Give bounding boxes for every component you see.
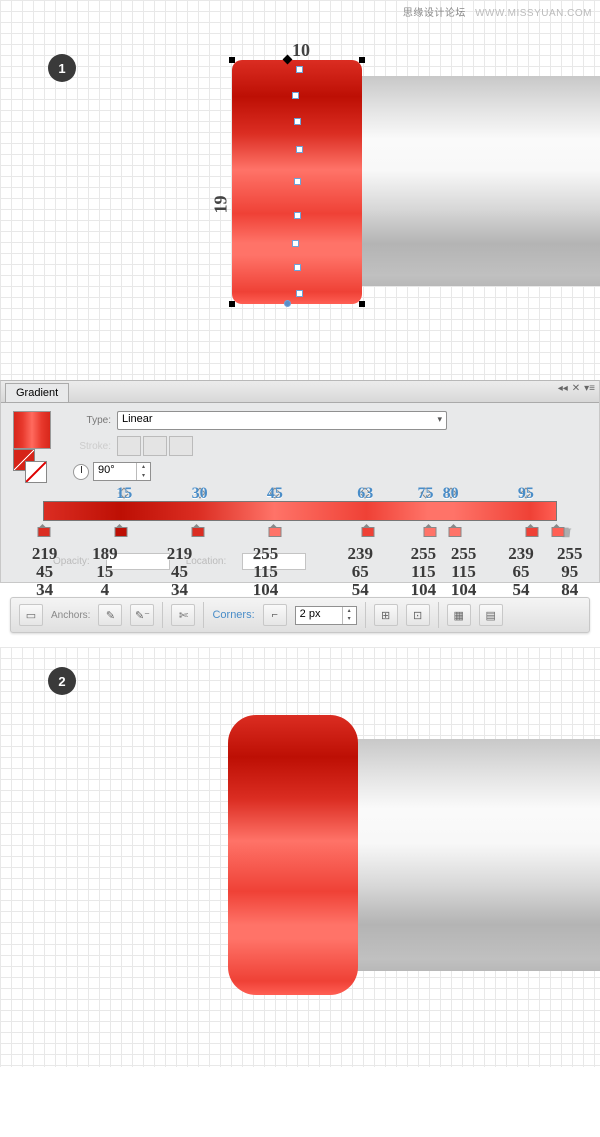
anchor-point[interactable] (296, 290, 303, 297)
selection-handle[interactable] (229, 301, 235, 307)
selection-handle[interactable] (359, 57, 365, 63)
color-stop[interactable] (552, 521, 563, 534)
anchors-label: Anchors: (51, 610, 90, 621)
corner-type-button[interactable]: ⌐ (263, 604, 287, 626)
gradient-bar[interactable] (43, 501, 557, 521)
panel-menu-icon[interactable]: ▾≡ (584, 383, 595, 394)
options-toolbar: ▭ Anchors: ✎ ✎⁻ ✄ Corners: ⌐ 2 px ▴▾ ⊞ ⊡… (10, 597, 590, 633)
ferrule-shape (345, 76, 600, 286)
type-label: Type: (59, 415, 111, 426)
tab-gradient[interactable]: Gradient (5, 383, 69, 402)
gradient-panel: Gradient ◂◂ ✕ ▾≡ Type: Linear Stroke: (0, 380, 600, 583)
divider (365, 602, 366, 628)
tool-button[interactable]: ▭ (19, 604, 43, 626)
dimension-height: 19 (211, 196, 232, 214)
anchor-point[interactable] (294, 264, 301, 271)
angle-dial-icon[interactable] (73, 464, 89, 480)
rgb-value: 255115104 (451, 545, 477, 599)
more-button[interactable]: ▤ (479, 604, 503, 626)
stroke-label: Stroke: (59, 441, 111, 452)
panel-close-icon[interactable]: ✕ (572, 383, 580, 394)
anchor-point[interactable] (296, 146, 303, 153)
color-stop[interactable] (269, 521, 280, 534)
gradient-swatch-preview[interactable] (13, 411, 51, 449)
stroke-within-button[interactable] (117, 436, 141, 456)
canvas-step-1: 思缘设计论坛 WWW.MISSYUAN.COM 1 10 19 (0, 0, 600, 380)
ferrule-shape (340, 739, 600, 971)
watermark-chinese: 思缘设计论坛 (403, 8, 466, 19)
color-stop[interactable] (115, 521, 126, 534)
anchor-point[interactable] (294, 118, 301, 125)
panel-tabbar: Gradient ◂◂ ✕ ▾≡ (1, 381, 599, 403)
selection-handle[interactable] (229, 57, 235, 63)
rgb-value: 2396554 (508, 545, 534, 599)
cut-path-button[interactable]: ✄ (171, 604, 195, 626)
gradient-swatch-none[interactable] (25, 461, 47, 483)
anchor-point[interactable] (292, 240, 299, 247)
corners-input[interactable]: 2 px ▴▾ (295, 606, 357, 625)
angle-input[interactable]: 90° ▴▾ (93, 462, 151, 481)
rgb-value: 255115104 (253, 545, 279, 599)
rgb-value: 189154 (92, 545, 118, 599)
color-stop[interactable] (38, 521, 49, 534)
eraser-shape-rounded (228, 715, 358, 995)
convert-anchor-button[interactable]: ✎ (98, 604, 122, 626)
align-button[interactable]: ⊞ (374, 604, 398, 626)
color-stop[interactable] (526, 521, 537, 534)
anchor-point-end[interactable] (284, 300, 291, 307)
color-stop[interactable] (449, 521, 460, 534)
stroke-buttons (117, 436, 193, 456)
corners-label: Corners: (212, 609, 254, 621)
stroke-along-button[interactable] (143, 436, 167, 456)
watermark: 思缘设计论坛 WWW.MISSYUAN.COM (403, 4, 592, 19)
anchor-point[interactable] (296, 66, 303, 73)
step-badge-2: 2 (48, 667, 76, 695)
rgb-value: 2194534 (32, 545, 58, 599)
color-stop[interactable] (361, 521, 372, 534)
rgb-value: 2194534 (167, 545, 193, 599)
more-button[interactable]: ▦ (447, 604, 471, 626)
panel-collapse-icon[interactable]: ◂◂ (558, 383, 568, 394)
stroke-across-button[interactable] (169, 436, 193, 456)
type-select[interactable]: Linear (117, 411, 447, 430)
rgb-value: 255115104 (411, 545, 437, 599)
anchor-point[interactable] (294, 212, 301, 219)
color-stop[interactable] (192, 521, 203, 534)
step-badge-1: 1 (48, 54, 76, 82)
canvas-step-2: 2 (0, 647, 600, 1067)
selection-handle[interactable] (359, 301, 365, 307)
divider (162, 602, 163, 628)
anchor-point[interactable] (294, 178, 301, 185)
rgb-value: 2396554 (348, 545, 374, 599)
color-stop[interactable] (423, 521, 434, 534)
rgb-annotations: 2194534 189154 2194534 255115104 2396554 2551… (13, 545, 587, 601)
anchor-point[interactable] (292, 92, 299, 99)
divider (203, 602, 204, 628)
gradient-editor[interactable]: 15304563758095 (13, 487, 587, 541)
watermark-url: WWW.MISSYUAN.COM (475, 8, 592, 19)
align-button[interactable]: ⊡ (406, 604, 430, 626)
dimension-width: 10 (292, 40, 310, 61)
rgb-value: 2559584 (557, 545, 583, 599)
remove-anchor-button[interactable]: ✎⁻ (130, 604, 154, 626)
divider (438, 602, 439, 628)
